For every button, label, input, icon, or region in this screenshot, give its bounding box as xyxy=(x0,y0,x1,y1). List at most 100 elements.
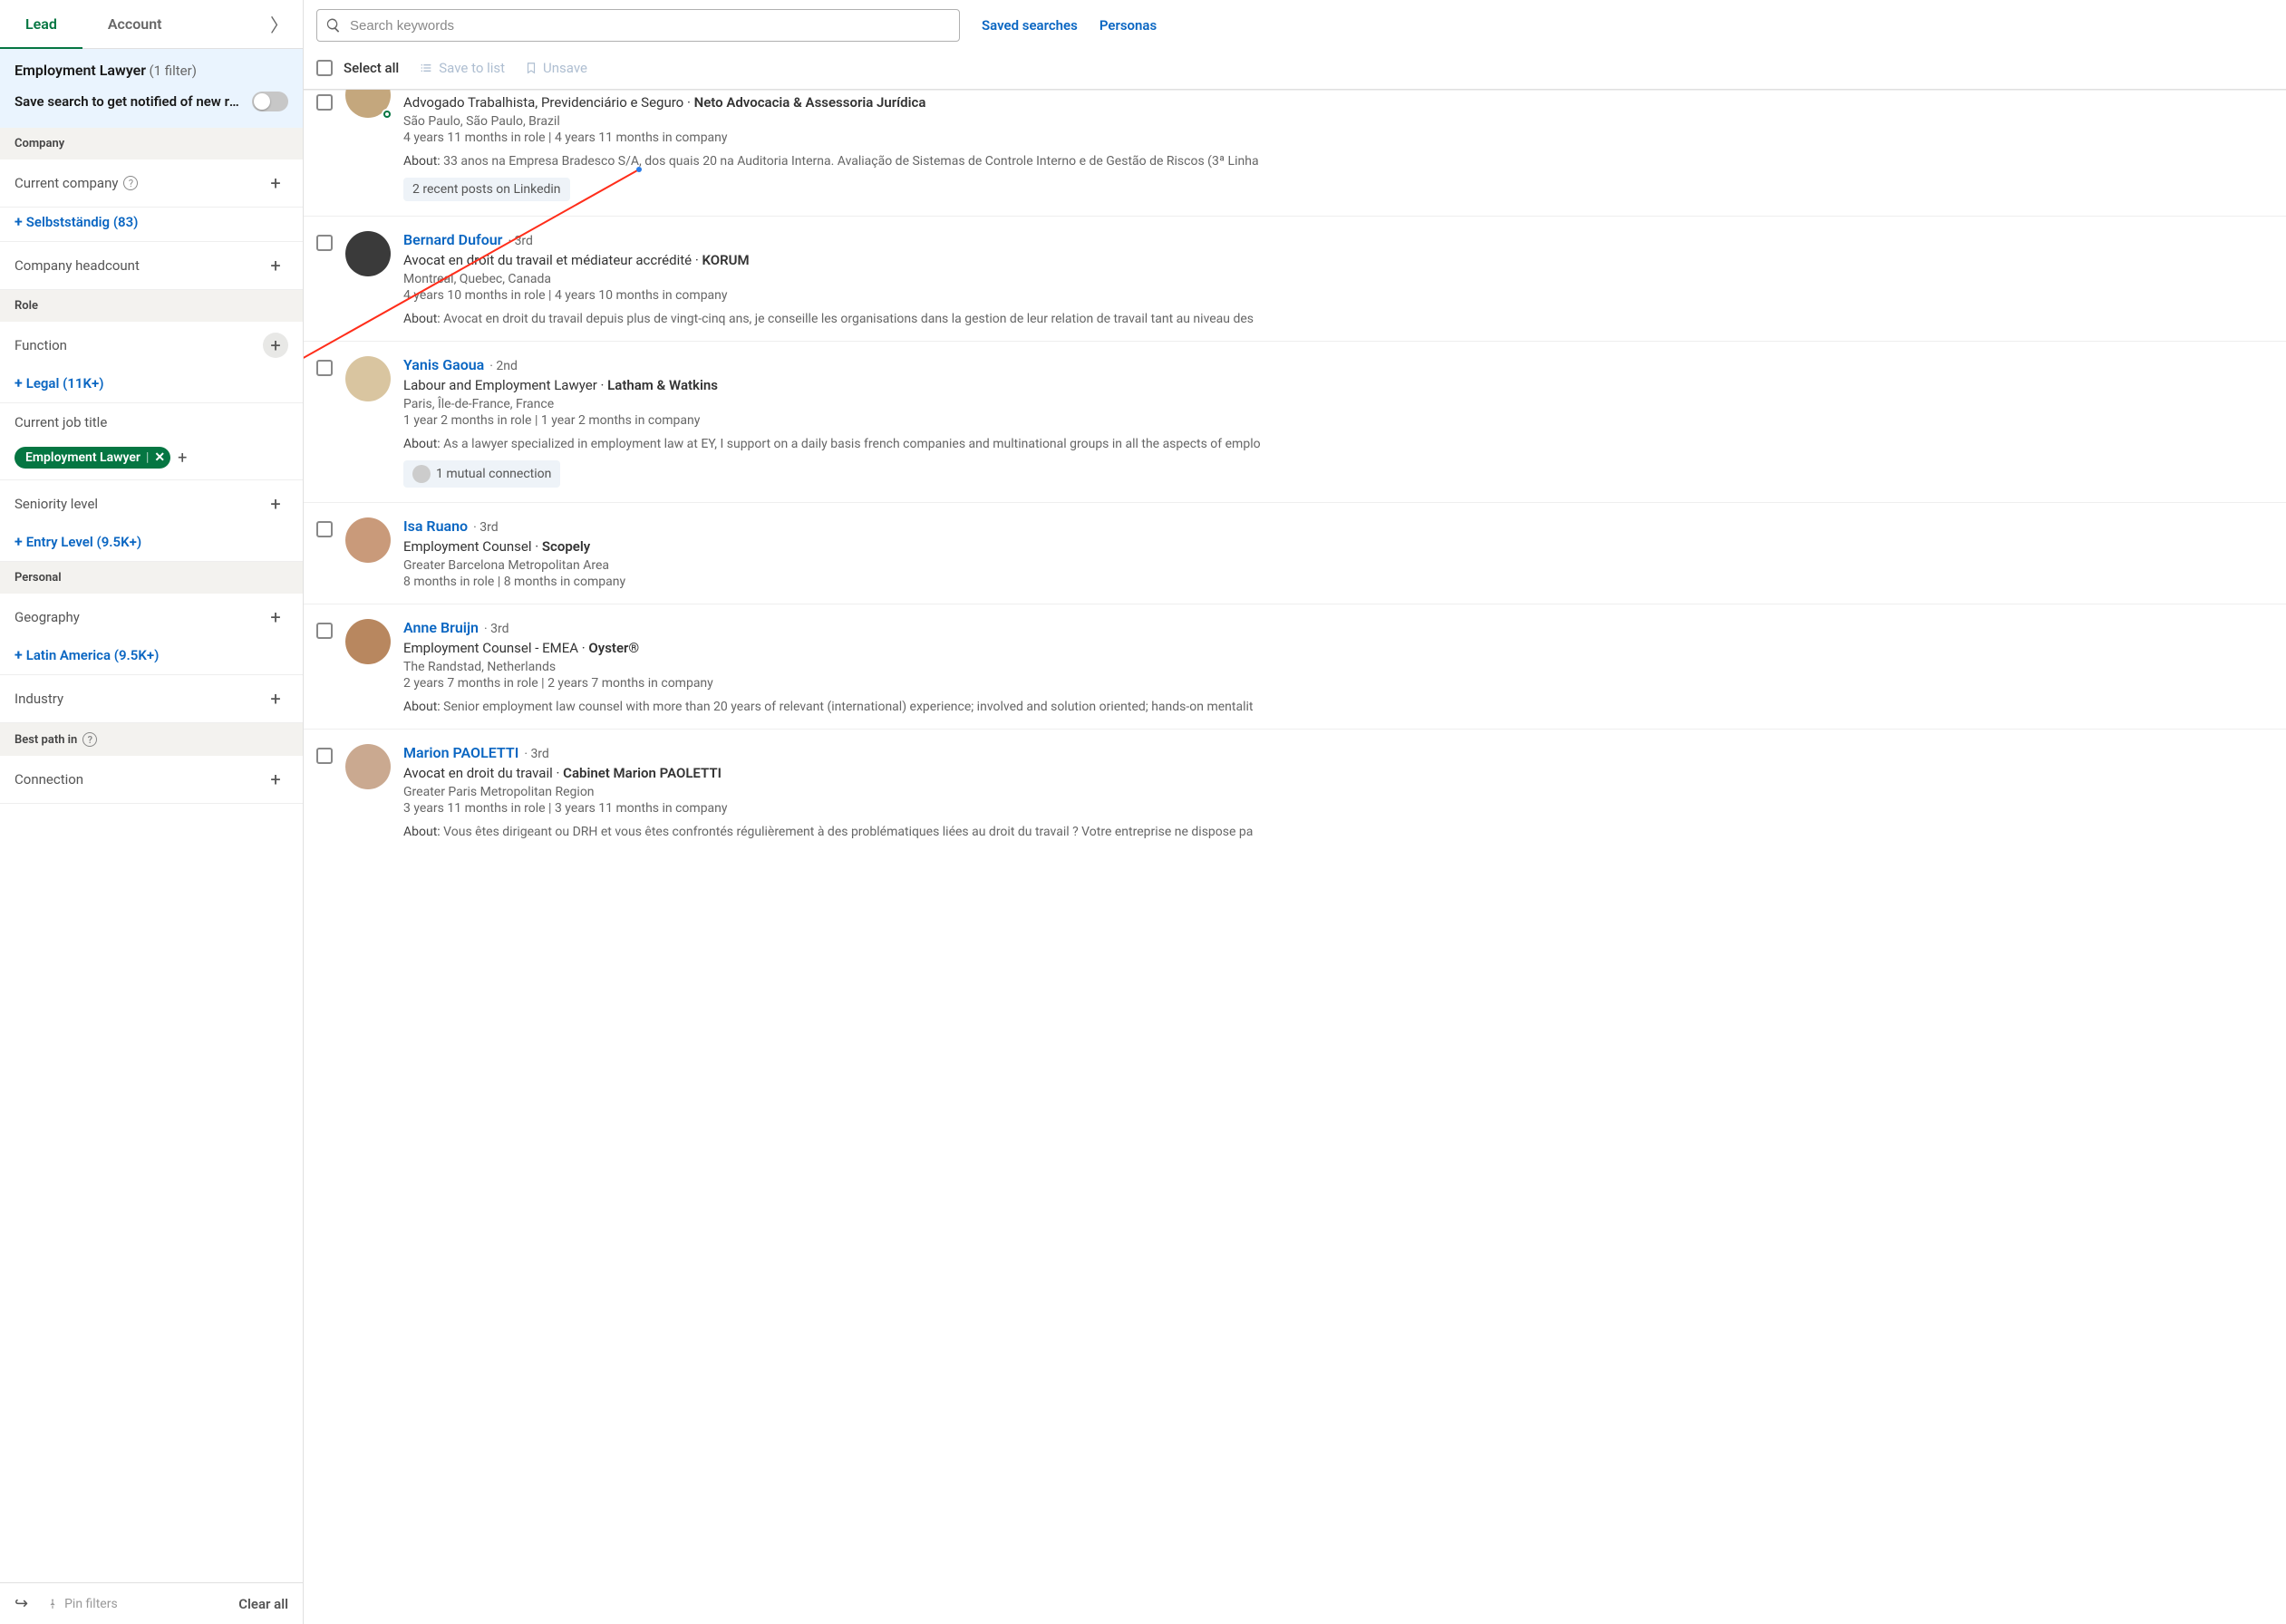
result-tenure: 8 months in role | 8 months in company xyxy=(403,575,2273,589)
company-name[interactable]: Latham & Watkins xyxy=(607,377,718,393)
filter-industry[interactable]: Industry + xyxy=(0,675,303,723)
results-list[interactable]: Advogado Trabalhista, Previdenciário e S… xyxy=(304,90,2286,1624)
filter-function[interactable]: Function + xyxy=(0,322,303,369)
undo-icon[interactable]: ↪ xyxy=(15,1594,28,1613)
add-filter-icon[interactable]: + xyxy=(263,604,288,630)
tab-more-icon[interactable]: 〉 xyxy=(256,11,303,37)
filter-seniority[interactable]: Seniority level + xyxy=(0,480,303,527)
result-row: Bernard Dufour· 3rdAvocat en droit du tr… xyxy=(304,216,2286,341)
suggested-function-chip[interactable]: +Legal (11K+) xyxy=(15,374,103,392)
badge-avatar-icon xyxy=(412,465,431,483)
add-filter-icon[interactable]: + xyxy=(263,686,288,711)
result-location: Greater Paris Metropolitan Region xyxy=(403,785,2273,799)
filters-list: Company Current company ? + +Selbstständ… xyxy=(0,128,303,1582)
company-name[interactable]: Cabinet Marion PAOLETTI xyxy=(563,765,722,781)
result-badge[interactable]: 1 mutual connection xyxy=(403,460,560,488)
remove-chip-icon[interactable]: ✕ xyxy=(154,450,165,465)
clear-all-button[interactable]: Clear all xyxy=(238,1596,288,1612)
main-content: Saved searches Personas Select all Save … xyxy=(304,0,2286,1624)
result-name[interactable]: Marion PAOLETTI xyxy=(403,744,518,761)
result-row: Marion PAOLETTI· 3rdAvocat en droit du t… xyxy=(304,729,2286,854)
result-tenure: 4 years 11 months in role | 4 years 11 m… xyxy=(403,130,2273,145)
result-badge[interactable]: 2 recent posts on Linkedin xyxy=(403,178,570,201)
suggested-company-chip[interactable]: +Selbstständig (83) xyxy=(15,213,138,230)
tab-account[interactable]: Account xyxy=(82,0,188,48)
row-checkbox[interactable] xyxy=(316,623,333,639)
help-icon[interactable]: ? xyxy=(82,732,97,747)
filter-label: Function xyxy=(15,337,67,353)
filter-headcount[interactable]: Company headcount + xyxy=(0,242,303,290)
result-location: Paris, Île-de-France, France xyxy=(403,397,2273,411)
chip-separator: | xyxy=(146,450,150,465)
pin-filters-button[interactable]: Pin filters xyxy=(46,1597,118,1611)
add-filter-icon[interactable]: + xyxy=(263,333,288,358)
avatar[interactable] xyxy=(345,619,391,664)
tab-lead[interactable]: Lead xyxy=(0,0,82,48)
title-chip[interactable]: Employment Lawyer | ✕ xyxy=(15,447,170,469)
select-all-checkbox[interactable] xyxy=(316,60,333,76)
add-filter-icon[interactable]: + xyxy=(263,170,288,196)
help-icon[interactable]: ? xyxy=(123,176,138,190)
company-name[interactable]: Neto Advocacia & Assessoria Jurídica xyxy=(694,94,926,111)
add-filter-icon[interactable]: + xyxy=(263,491,288,517)
filter-current-company[interactable]: Current company ? + xyxy=(0,160,303,208)
search-input[interactable] xyxy=(316,9,960,42)
avatar[interactable] xyxy=(345,231,391,276)
result-title: Labour and Employment Lawyer · Latham & … xyxy=(403,377,2273,393)
result-name[interactable]: Bernard Dufour xyxy=(403,231,502,248)
chip-label: Entry Level (9.5K+) xyxy=(26,534,141,550)
row-checkbox[interactable] xyxy=(316,521,333,537)
personas-link[interactable]: Personas xyxy=(1099,17,1157,34)
chip-label: Selbstständig (83) xyxy=(26,214,139,230)
pin-label: Pin filters xyxy=(64,1597,118,1611)
row-checkbox[interactable] xyxy=(316,748,333,764)
filter-label: Industry xyxy=(15,691,63,707)
add-filter-icon[interactable]: + xyxy=(263,253,288,278)
result-tenure: 4 years 10 months in role | 4 years 10 m… xyxy=(403,288,2273,303)
row-checkbox[interactable] xyxy=(316,94,333,111)
filter-label: Company headcount xyxy=(15,257,140,274)
select-all-label: Select all xyxy=(344,60,399,76)
avatar[interactable] xyxy=(345,356,391,401)
chip-label: Latin America (9.5K+) xyxy=(26,647,160,663)
plus-icon: + xyxy=(15,646,23,663)
plus-icon: + xyxy=(15,533,23,550)
company-name[interactable]: KORUM xyxy=(702,252,749,268)
search-title: Employment Lawyer xyxy=(15,62,146,79)
filter-connection[interactable]: Connection + xyxy=(0,756,303,804)
result-name[interactable]: Yanis Gaoua xyxy=(403,356,484,373)
result-name[interactable]: Isa Ruano xyxy=(403,517,468,535)
avatar[interactable] xyxy=(345,744,391,789)
result-name[interactable]: Anne Bruijn xyxy=(403,619,479,636)
section-label: Best path in xyxy=(15,733,77,747)
company-name[interactable]: Scopely xyxy=(542,538,590,555)
saved-searches-link[interactable]: Saved searches xyxy=(982,17,1078,34)
row-checkbox[interactable] xyxy=(316,360,333,376)
save-to-list-button: Save to list xyxy=(419,60,505,76)
result-title: Employment Counsel - EMEA · Oyster® xyxy=(403,640,2273,656)
bookmark-icon xyxy=(525,61,538,75)
result-about: About: As a lawyer specialized in employ… xyxy=(403,437,2273,451)
result-body: Anne Bruijn· 3rdEmployment Counsel - EME… xyxy=(403,619,2273,714)
row-checkbox[interactable] xyxy=(316,235,333,251)
avatar[interactable] xyxy=(345,90,391,118)
add-filter-icon[interactable]: + xyxy=(263,767,288,792)
sidebar-bottom-bar: ↪ Pin filters Clear all xyxy=(0,1582,303,1624)
result-row: Yanis Gaoua· 2ndLabour and Employment La… xyxy=(304,341,2286,502)
suggested-geography-chip[interactable]: +Latin America (9.5K+) xyxy=(15,646,159,663)
result-title: Advogado Trabalhista, Previdenciário e S… xyxy=(403,94,2273,111)
filter-geography[interactable]: Geography + xyxy=(0,594,303,641)
save-search-toggle[interactable] xyxy=(252,92,288,111)
filter-label: Geography xyxy=(15,609,80,625)
search-filter-count: (1 filter) xyxy=(150,63,197,79)
avatar[interactable] xyxy=(345,517,391,563)
suggested-seniority-chip[interactable]: +Entry Level (9.5K+) xyxy=(15,533,141,550)
save-list-label: Save to list xyxy=(439,60,505,76)
result-body: Marion PAOLETTI· 3rdAvocat en droit du t… xyxy=(403,744,2273,839)
add-title-chip[interactable]: + xyxy=(178,449,187,468)
presence-icon xyxy=(382,109,392,120)
company-name[interactable]: Oyster® xyxy=(588,640,639,656)
filter-current-title[interactable]: Current job title xyxy=(0,403,303,441)
filter-label: Connection xyxy=(15,771,83,788)
filter-label: Seniority level xyxy=(15,496,98,512)
